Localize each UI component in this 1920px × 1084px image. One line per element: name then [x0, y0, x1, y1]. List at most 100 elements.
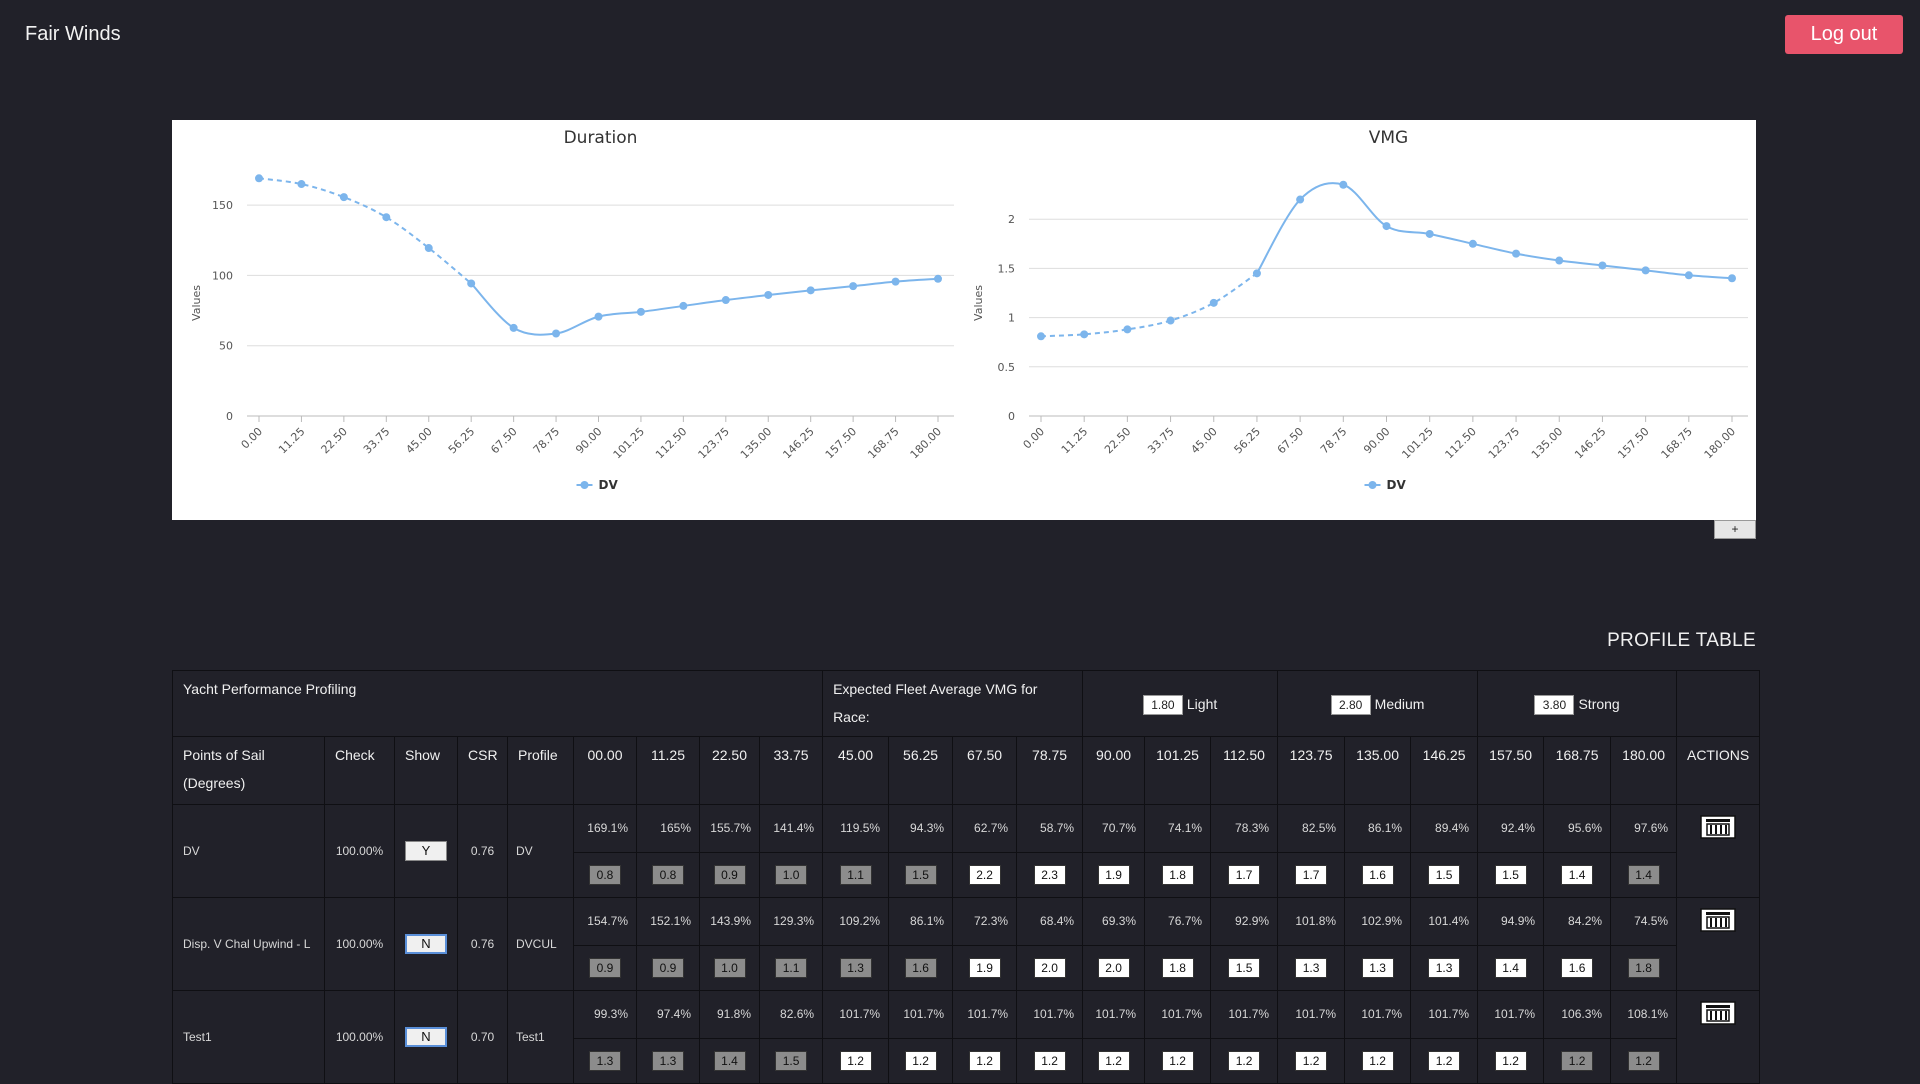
- fleet-vmg-header: Expected Fleet Average VMG for Race:: [822, 670, 1084, 737]
- value-input[interactable]: 1.2: [904, 1051, 937, 1071]
- points-of-sail-header: Points of Sail (Degrees): [172, 736, 325, 805]
- value-input[interactable]: 1.3: [589, 1051, 621, 1071]
- y-axis-label: Values: [972, 285, 985, 321]
- x-tick-label: 67.50: [488, 425, 519, 456]
- value-input[interactable]: 1.8: [1627, 958, 1660, 978]
- value-input[interactable]: 1.2: [1228, 1051, 1261, 1071]
- value-input[interactable]: 2.3: [1033, 865, 1066, 885]
- value-input[interactable]: 1.2: [1627, 1051, 1660, 1071]
- trash-icon[interactable]: [1700, 908, 1736, 932]
- value-input[interactable]: 1.6: [1361, 865, 1394, 885]
- value-input[interactable]: 1.4: [1561, 865, 1594, 885]
- x-tick-label: 22.50: [319, 425, 350, 456]
- value-input[interactable]: 1.2: [1561, 1051, 1594, 1071]
- profile-table: Yacht Performance Profiling Expected Fle…: [171, 670, 1761, 1084]
- value-input[interactable]: 1.2: [1161, 1051, 1194, 1071]
- csr-header: CSR: [457, 736, 508, 805]
- value-input[interactable]: 1.6: [1561, 958, 1594, 978]
- value-cell: 1.2: [822, 1038, 890, 1084]
- value-input[interactable]: 1.0: [775, 865, 808, 885]
- expand-charts-button[interactable]: +: [1714, 520, 1756, 539]
- trash-icon[interactable]: [1700, 1001, 1736, 1025]
- value-input[interactable]: 1.2: [1494, 1051, 1527, 1071]
- value-input[interactable]: 2.2: [968, 865, 1001, 885]
- angle-header: 11.25: [636, 736, 700, 805]
- value-cell: 1.2: [1144, 1038, 1212, 1084]
- value-input[interactable]: 1.5: [904, 865, 937, 885]
- value-input[interactable]: 1.3: [1428, 958, 1461, 978]
- actions-header: ACTIONS: [1676, 736, 1761, 805]
- value-input[interactable]: 1.4: [1627, 865, 1660, 885]
- show-toggle-button[interactable]: N: [405, 1027, 447, 1047]
- value-input[interactable]: 1.8: [1161, 958, 1194, 978]
- percent-cell: 141.4%: [758, 804, 824, 853]
- value-input[interactable]: 0.8: [652, 865, 684, 885]
- y-tick-label: 0.5: [998, 361, 1016, 374]
- value-input[interactable]: 1.5: [1494, 865, 1527, 885]
- value-input[interactable]: 0.8: [589, 865, 621, 885]
- value-input[interactable]: 1.5: [1228, 958, 1261, 978]
- value-input[interactable]: 0.9: [589, 958, 621, 978]
- y-tick-label: 1.5: [998, 262, 1016, 275]
- data-point: [297, 180, 306, 189]
- value-input[interactable]: 1.7: [1295, 865, 1328, 885]
- value-cell: 1.3: [1410, 945, 1479, 991]
- empty-header: [1676, 670, 1761, 737]
- percent-cell: 101.4%: [1410, 897, 1479, 946]
- wind-light-cell: 1.80 Light: [1082, 670, 1279, 737]
- x-tick-label: 112.50: [1443, 425, 1479, 461]
- value-input[interactable]: 1.2: [839, 1051, 872, 1071]
- value-input[interactable]: 1.0: [713, 958, 746, 978]
- value-cell: 1.2: [1277, 1038, 1346, 1084]
- show-toggle-button[interactable]: N: [405, 934, 447, 954]
- wind-light-input[interactable]: 1.80: [1142, 694, 1183, 715]
- value-input[interactable]: 1.9: [968, 958, 1001, 978]
- value-input[interactable]: 1.2: [1361, 1051, 1394, 1071]
- value-input[interactable]: 1.5: [775, 1051, 808, 1071]
- value-input[interactable]: 0.9: [713, 865, 746, 885]
- value-input[interactable]: 1.2: [1097, 1051, 1130, 1071]
- value-input[interactable]: 1.4: [1494, 958, 1527, 978]
- value-input[interactable]: 1.1: [839, 865, 872, 885]
- x-tick-label: 146.25: [1572, 425, 1608, 461]
- value-input[interactable]: 1.2: [1033, 1051, 1066, 1071]
- value-cell: 1.0: [758, 852, 824, 898]
- data-point: [849, 282, 858, 291]
- data-point: [806, 286, 815, 295]
- percent-cell: 169.1%: [573, 804, 637, 853]
- x-tick-label: 22.50: [1102, 425, 1133, 456]
- value-input[interactable]: 1.3: [839, 958, 872, 978]
- y-tick-label: 100: [212, 269, 233, 282]
- trash-icon[interactable]: [1700, 815, 1736, 839]
- value-input[interactable]: 1.3: [1361, 958, 1394, 978]
- value-cell: 1.9: [1082, 852, 1146, 898]
- percent-cell: 99.3%: [573, 990, 637, 1039]
- data-point: [1425, 229, 1434, 238]
- value-input[interactable]: 1.1: [775, 958, 808, 978]
- value-input[interactable]: 1.8: [1161, 865, 1194, 885]
- value-input[interactable]: 1.2: [968, 1051, 1001, 1071]
- value-cell: 1.8: [1610, 945, 1678, 991]
- value-input[interactable]: 1.9: [1097, 865, 1130, 885]
- percent-cell: 97.6%: [1610, 804, 1678, 853]
- value-input[interactable]: 1.2: [1428, 1051, 1461, 1071]
- value-input[interactable]: 0.9: [652, 958, 684, 978]
- value-input[interactable]: 1.2: [1295, 1051, 1328, 1071]
- value-input[interactable]: 1.6: [904, 958, 937, 978]
- logout-button[interactable]: Log out: [1785, 15, 1903, 54]
- value-input[interactable]: 1.3: [1295, 958, 1328, 978]
- data-point: [552, 329, 561, 338]
- app-title[interactable]: Fair Winds: [25, 23, 121, 46]
- value-input[interactable]: 2.0: [1097, 958, 1130, 978]
- value-input[interactable]: 1.4: [713, 1051, 746, 1071]
- value-input[interactable]: 2.0: [1033, 958, 1066, 978]
- value-input[interactable]: 1.3: [652, 1051, 684, 1071]
- value-input[interactable]: 1.7: [1228, 865, 1261, 885]
- wind-medium-input[interactable]: 2.80: [1330, 694, 1371, 715]
- data-point: [636, 307, 645, 316]
- angle-header: 90.00: [1082, 736, 1146, 805]
- show-toggle-button[interactable]: Y: [405, 841, 447, 861]
- value-input[interactable]: 1.5: [1428, 865, 1461, 885]
- wind-strong-input[interactable]: 3.80: [1534, 694, 1575, 715]
- row-name: Disp. V Chal Upwind - L: [172, 897, 325, 991]
